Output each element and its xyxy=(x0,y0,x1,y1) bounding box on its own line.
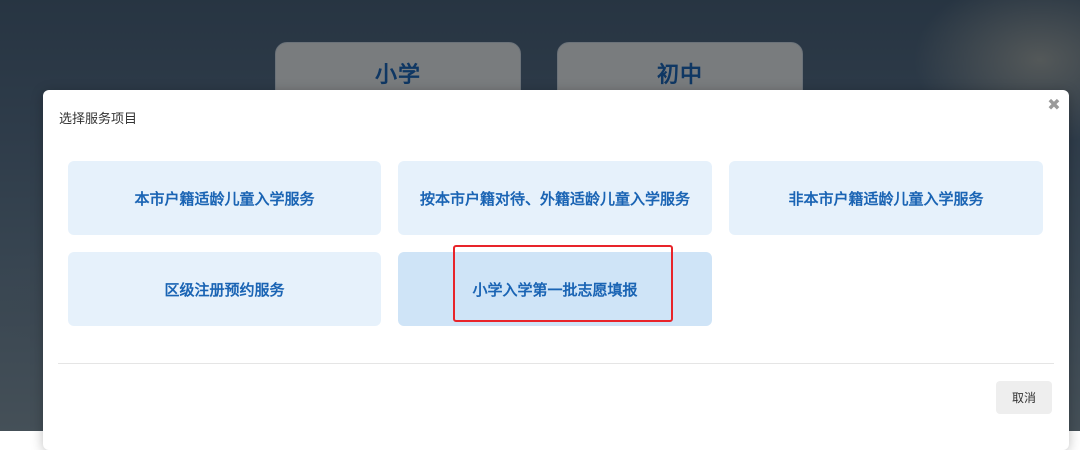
footer-divider xyxy=(58,363,1054,364)
service-button-local-household[interactable]: 本市户籍适龄儿童入学服务 xyxy=(68,161,381,235)
dialog-title: 选择服务项目 xyxy=(59,112,138,127)
service-button-non-local-household[interactable]: 非本市户籍适龄儿童入学服务 xyxy=(729,161,1043,235)
service-button-label: 区级注册预约服务 xyxy=(164,280,285,299)
close-icon[interactable]: ✖ xyxy=(1045,96,1063,114)
service-button-treated-as-local-foreign[interactable]: 按本市户籍对待、外籍适龄儿童入学服务 xyxy=(398,161,712,235)
service-select-dialog: 选择服务项目 ✖ 本市户籍适龄儿童入学服务 按本市户籍对待、外籍适龄儿童入学服务… xyxy=(43,90,1069,450)
cancel-button[interactable]: 取消 xyxy=(996,381,1052,414)
service-button-district-registration[interactable]: 区级注册预约服务 xyxy=(68,252,381,326)
service-button-label: 小学入学第一批志愿填报 xyxy=(472,280,638,299)
service-button-first-batch-preference[interactable]: 小学入学第一批志愿填报 xyxy=(398,252,712,326)
service-button-label: 本市户籍适龄儿童入学服务 xyxy=(134,189,315,208)
service-button-label: 按本市户籍对待、外籍适龄儿童入学服务 xyxy=(419,189,690,208)
service-button-label: 非本市户籍适龄儿童入学服务 xyxy=(788,189,984,208)
